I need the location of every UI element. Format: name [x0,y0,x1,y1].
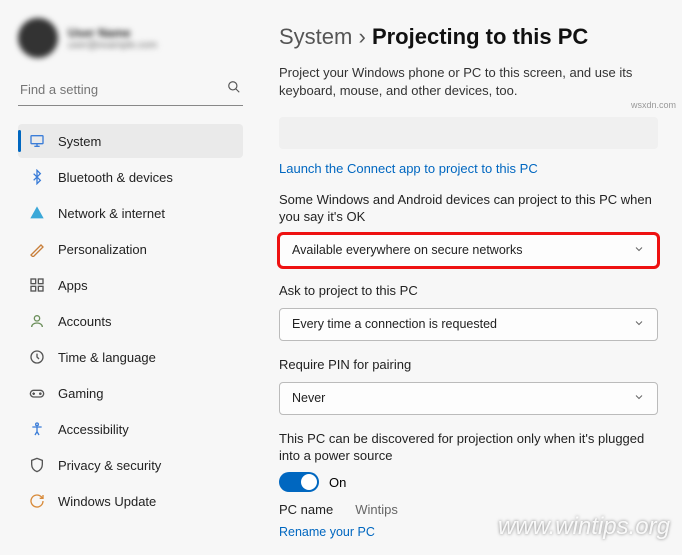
sidebar-item-label: Accessibility [58,422,129,437]
discovery-label: This PC can be discovered for projection… [279,431,658,465]
chevron-down-icon [633,243,645,258]
availability-dropdown[interactable]: Available everywhere on secure networks [279,234,658,267]
rename-pc-link[interactable]: Rename your PC [279,525,375,539]
page-description: Project your Windows phone or PC to this… [279,64,658,99]
ask-dropdown[interactable]: Every time a connection is requested [279,308,658,341]
sidebar-item-update[interactable]: Windows Update [18,484,243,518]
sidebar-item-label: Bluetooth & devices [58,170,173,185]
gaming-icon [28,384,46,402]
pin-dropdown[interactable]: Never [279,382,658,415]
breadcrumb: System › Projecting to this PC [279,24,658,50]
sidebar-item-label: Personalization [58,242,147,257]
sidebar-item-system[interactable]: System [18,124,243,158]
accessibility-icon [28,420,46,438]
breadcrumb-separator: › [358,24,365,49]
sidebar: User Name user@example.com System Blueto… [0,0,255,555]
apps-icon [28,276,46,294]
availability-value: Available everywhere on secure networks [292,243,522,257]
sidebar-item-label: Network & internet [58,206,165,221]
main-content: System › Projecting to this PC Project y… [255,0,682,555]
chevron-down-icon [633,317,645,332]
launch-connect-link[interactable]: Launch the Connect app to project to thi… [279,161,658,176]
sidebar-item-label: Gaming [58,386,104,401]
accounts-icon [28,312,46,330]
avatar [18,18,58,58]
sidebar-item-network[interactable]: Network & internet [18,196,243,230]
sidebar-item-personalization[interactable]: Personalization [18,232,243,266]
sidebar-item-label: Accounts [58,314,111,329]
network-icon [28,204,46,222]
sidebar-item-label: System [58,134,101,149]
personalization-icon [28,240,46,258]
update-icon [28,492,46,510]
sidebar-item-accounts[interactable]: Accounts [18,304,243,338]
ask-value: Every time a connection is requested [292,317,497,331]
availability-label: Some Windows and Android devices can pro… [279,192,658,226]
breadcrumb-parent[interactable]: System [279,24,352,49]
sidebar-item-gaming[interactable]: Gaming [18,376,243,410]
privacy-icon [28,456,46,474]
system-icon [28,132,46,150]
search-box[interactable] [18,76,243,106]
sidebar-item-label: Apps [58,278,88,293]
search-icon [227,80,241,99]
sidebar-item-bluetooth[interactable]: Bluetooth & devices [18,160,243,194]
nav-list: System Bluetooth & devices Network & int… [18,124,243,518]
discovery-toggle-state: On [329,475,346,490]
info-banner [279,117,658,149]
bluetooth-icon [28,168,46,186]
discovery-toggle[interactable] [279,472,319,492]
profile-header[interactable]: User Name user@example.com [18,18,243,58]
pin-label: Require PIN for pairing [279,357,658,374]
sidebar-item-accessibility[interactable]: Accessibility [18,412,243,446]
ask-label: Ask to project to this PC [279,283,658,300]
chevron-down-icon [633,391,645,406]
profile-email: user@example.com [68,40,157,51]
sidebar-item-privacy[interactable]: Privacy & security [18,448,243,482]
sidebar-item-time[interactable]: Time & language [18,340,243,374]
search-input[interactable] [20,82,227,97]
time-icon [28,348,46,366]
discovery-toggle-row: On [279,472,658,492]
sidebar-item-label: Time & language [58,350,156,365]
pc-name-label: PC name [279,502,333,517]
page-title: Projecting to this PC [372,24,588,49]
profile-name: User Name [68,26,157,40]
sidebar-item-label: Windows Update [58,494,156,509]
sidebar-item-apps[interactable]: Apps [18,268,243,302]
pin-value: Never [292,391,325,405]
pc-name-value: Wintips [355,502,398,517]
pc-name-row: PC name Wintips [279,502,658,517]
sidebar-item-label: Privacy & security [58,458,161,473]
